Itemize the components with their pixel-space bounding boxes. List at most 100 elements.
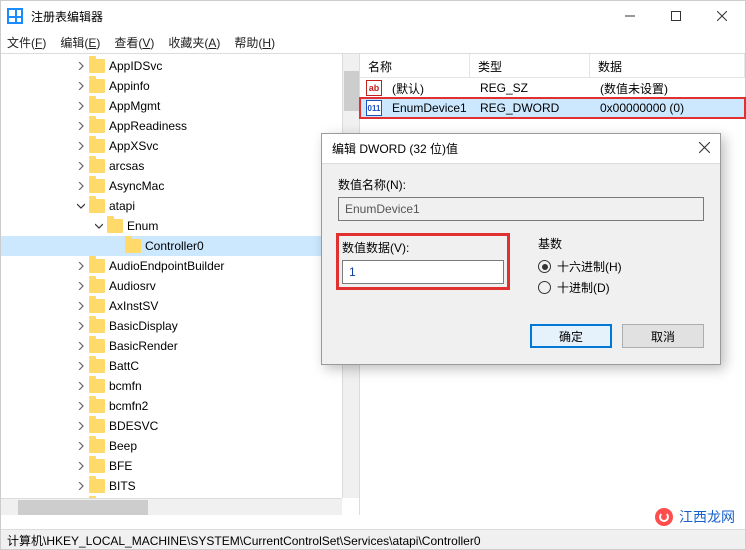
folder-icon: [125, 239, 141, 253]
folder-icon: [89, 119, 105, 133]
binary-value-icon: 011: [366, 100, 382, 116]
expand-icon[interactable]: [73, 458, 89, 474]
menu-file[interactable]: 文件(F): [7, 34, 46, 51]
tree-item-bits[interactable]: BITS: [1, 476, 359, 496]
tree-item-axinstsv[interactable]: AxInstSV: [1, 296, 359, 316]
statusbar: 计算机\HKEY_LOCAL_MACHINE\SYSTEM\CurrentCon…: [1, 529, 745, 549]
tree-item-asyncmac[interactable]: AsyncMac: [1, 176, 359, 196]
radio-dec-dot: [538, 281, 551, 294]
tree-item-basicrender[interactable]: BasicRender: [1, 336, 359, 356]
tree-item-audiosrv[interactable]: Audiosrv: [1, 276, 359, 296]
value-name-field: [338, 197, 704, 221]
expand-icon[interactable]: [73, 158, 89, 174]
tree-item-appidsvc[interactable]: AppIDSvc: [1, 56, 359, 76]
col-name[interactable]: 名称: [360, 54, 470, 77]
tree-item-basicdisplay[interactable]: BasicDisplay: [1, 316, 359, 336]
tree-item-label: Audiosrv: [109, 279, 156, 293]
tree-item-controller0[interactable]: Controller0: [1, 236, 359, 256]
tree-item-label: AppMgmt: [109, 99, 160, 113]
expand-icon[interactable]: [73, 358, 89, 374]
tree-item-label: atapi: [109, 199, 135, 213]
folder-icon: [89, 99, 105, 113]
tree-item-battc[interactable]: BattC: [1, 356, 359, 376]
menu-favorites[interactable]: 收藏夹(A): [168, 34, 220, 51]
col-data[interactable]: 数据: [590, 54, 745, 77]
expand-icon[interactable]: [73, 278, 89, 294]
tree-item-label: BattC: [109, 359, 139, 373]
value-data-label: 数值数据(V):: [342, 239, 504, 256]
expand-icon[interactable]: [73, 138, 89, 154]
dialog-titlebar[interactable]: 编辑 DWORD (32 位)值: [322, 134, 720, 164]
expand-icon[interactable]: [73, 78, 89, 94]
dialog-close-icon[interactable]: [699, 142, 710, 156]
folder-icon: [89, 159, 105, 173]
tree-item-label: BFE: [109, 459, 132, 473]
folder-icon: [89, 259, 105, 273]
value-data-cell: 0x00000000 (0): [592, 101, 692, 115]
expand-icon[interactable]: [73, 378, 89, 394]
tree-item-label: BITS: [109, 479, 136, 493]
tree-item-bcmfn2[interactable]: bcmfn2: [1, 396, 359, 416]
watermark: 江西龙网: [655, 507, 735, 527]
base-label: 基数: [538, 235, 704, 252]
radio-hex[interactable]: 十六进制(H): [538, 258, 704, 275]
folder-icon: [107, 219, 123, 233]
tree-item-label: AudioEndpointBuilder: [109, 259, 224, 273]
expand-icon[interactable]: [73, 438, 89, 454]
expand-icon[interactable]: [73, 338, 89, 354]
collapse-icon[interactable]: [73, 198, 89, 214]
tree-item-label: AppIDSvc: [109, 59, 162, 73]
tree-item-label: bcmfn2: [109, 399, 148, 413]
tree-item-bfe[interactable]: BFE: [1, 456, 359, 476]
tree-item-bdesvc[interactable]: BDESVC: [1, 416, 359, 436]
expand-icon[interactable]: [73, 398, 89, 414]
expand-icon[interactable]: [73, 118, 89, 134]
maximize-button[interactable]: [653, 1, 699, 31]
cancel-button[interactable]: 取消: [622, 324, 704, 348]
expand-icon[interactable]: [73, 58, 89, 74]
menu-view[interactable]: 查看(V): [114, 34, 154, 51]
tree-item-enum[interactable]: Enum: [1, 216, 359, 236]
registry-value-row[interactable]: 011EnumDevice1REG_DWORD0x00000000 (0): [360, 98, 745, 118]
tree-item-label: AppReadiness: [109, 119, 187, 133]
expand-icon[interactable]: [73, 418, 89, 434]
tree-item-appinfo[interactable]: Appinfo: [1, 76, 359, 96]
tree-item-label: bcmfn: [109, 379, 142, 393]
no-expand-icon: [109, 238, 125, 254]
expand-icon[interactable]: [73, 258, 89, 274]
expand-icon[interactable]: [73, 298, 89, 314]
tree-item-label: AppXSvc: [109, 139, 158, 153]
folder-icon: [89, 399, 105, 413]
expand-icon[interactable]: [73, 478, 89, 494]
expand-icon[interactable]: [73, 178, 89, 194]
registry-value-row[interactable]: ab(默认)REG_SZ(数值未设置): [360, 78, 745, 98]
ok-button[interactable]: 确定: [530, 324, 612, 348]
tree-item-audioendpointbuilder[interactable]: AudioEndpointBuilder: [1, 256, 359, 276]
tree-item-label: BasicDisplay: [109, 319, 178, 333]
menu-help[interactable]: 帮助(H): [234, 34, 275, 51]
expand-icon[interactable]: [73, 318, 89, 334]
tree-item-label: Controller0: [145, 239, 204, 253]
tree-item-appxsvc[interactable]: AppXSvc: [1, 136, 359, 156]
tree-item-arcsas[interactable]: arcsas: [1, 156, 359, 176]
minimize-button[interactable]: [607, 1, 653, 31]
tree-item-appmgmt[interactable]: AppMgmt: [1, 96, 359, 116]
tree-pane[interactable]: AppIDSvc Appinfo AppMgmt AppReadiness AppXSv…: [1, 54, 359, 515]
close-button[interactable]: [699, 1, 745, 31]
radio-dec[interactable]: 十进制(D): [538, 279, 704, 296]
tree-item-appreadiness[interactable]: AppReadiness: [1, 116, 359, 136]
tree-hscroll[interactable]: [1, 498, 342, 515]
expand-icon[interactable]: [73, 98, 89, 114]
value-data-field[interactable]: [342, 260, 504, 284]
folder-icon: [89, 459, 105, 473]
edit-dword-dialog: 编辑 DWORD (32 位)值 数值名称(N): 数值数据(V): 基数 十六…: [321, 133, 721, 365]
tree-item-beep[interactable]: Beep: [1, 436, 359, 456]
col-type[interactable]: 类型: [470, 54, 590, 77]
menu-edit[interactable]: 编辑(E): [60, 34, 100, 51]
folder-icon: [89, 339, 105, 353]
tree-item-bcmfn[interactable]: bcmfn: [1, 376, 359, 396]
value-name-cell: EnumDevice1: [384, 101, 472, 115]
tree-item-atapi[interactable]: atapi: [1, 196, 359, 216]
collapse-icon[interactable]: [91, 218, 107, 234]
folder-icon: [89, 279, 105, 293]
